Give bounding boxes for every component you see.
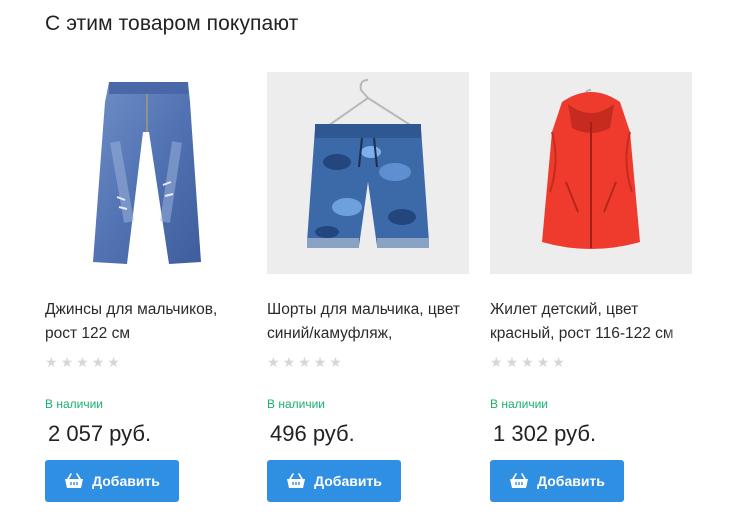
product-card: Жилет детский, цвет красный, рост 116-12… <box>490 72 695 512</box>
star-icon: ★ <box>298 354 314 370</box>
star-icon: ★ <box>490 354 506 370</box>
star-icon: ★ <box>60 354 77 370</box>
add-to-cart-button[interactable]: Добавить <box>45 460 179 502</box>
rating-stars[interactable]: ★★★★★ <box>490 354 568 371</box>
product-name[interactable]: Шорты для мальчика, цвет синий/камуфляж, <box>267 298 472 346</box>
button-label: Добавить <box>537 473 605 489</box>
star-icon: ★ <box>45 354 61 370</box>
basket-icon <box>287 473 306 488</box>
product-card: Шорты для мальчика, цвет синий/камуфляж,… <box>267 72 472 512</box>
stock-status: В наличии <box>45 397 104 411</box>
product-price: 2 057 руб. <box>48 421 152 446</box>
jeans-image <box>93 82 201 264</box>
stock-status: В наличии <box>267 397 326 411</box>
star-icon: ★ <box>505 354 522 370</box>
camo-shorts-image <box>267 72 469 274</box>
star-icon: ★ <box>282 354 299 370</box>
rating-stars[interactable]: ★★★★★ <box>267 354 345 371</box>
rating-stars[interactable]: ★★★★★ <box>45 354 123 371</box>
section-title: С этим товаром покупают <box>45 12 299 35</box>
star-icon: ★ <box>552 354 568 370</box>
button-label: Добавить <box>92 473 160 489</box>
product-card: Джинсы для мальчиков, рост 122 см ★★★★★ … <box>45 72 250 512</box>
star-icon: ★ <box>329 354 345 370</box>
basket-icon <box>65 473 84 488</box>
star-icon: ★ <box>313 354 330 370</box>
star-icon: ★ <box>91 354 108 370</box>
product-image[interactable] <box>45 72 247 274</box>
red-vest-image <box>490 72 692 274</box>
stock-status: В наличии <box>490 397 549 411</box>
star-icon: ★ <box>76 354 92 370</box>
basket-icon <box>510 473 529 488</box>
add-to-cart-button[interactable]: Добавить <box>490 460 624 502</box>
product-name[interactable]: Жилет детский, цвет красный, рост 116-12… <box>490 298 695 346</box>
product-price: 496 руб. <box>270 421 355 446</box>
button-label: Добавить <box>314 473 382 489</box>
star-icon: ★ <box>267 354 283 370</box>
product-image[interactable] <box>490 72 692 274</box>
product-name[interactable]: Джинсы для мальчиков, рост 122 см <box>45 298 250 346</box>
star-icon: ★ <box>107 354 123 370</box>
add-to-cart-button[interactable]: Добавить <box>267 460 401 502</box>
product-price: 1 302 руб. <box>493 421 597 446</box>
star-icon: ★ <box>536 354 553 370</box>
star-icon: ★ <box>521 354 537 370</box>
product-image[interactable] <box>267 72 469 274</box>
